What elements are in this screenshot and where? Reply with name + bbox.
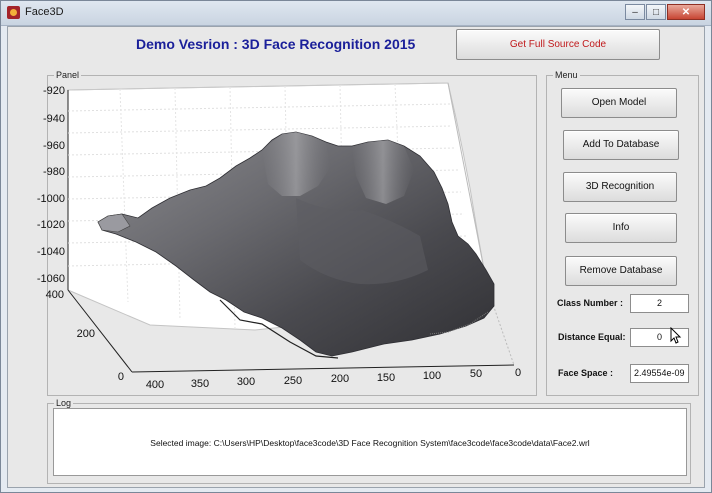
x-tick-label: 0 (515, 367, 521, 379)
distance-equal-label: Distance Equal: (558, 332, 626, 342)
face-space-field[interactable]: 2.49554e-09 (630, 364, 689, 383)
z-tick-label: -1040 (37, 246, 65, 258)
class-number-field[interactable]: 2 (630, 294, 689, 313)
x-tick-label: 50 (470, 368, 482, 380)
log-message: Selected image: C:\Users\HP\Desktop\face… (150, 438, 590, 448)
z-axis-ticks: -920 -940 -960 -980 -1000 -1020 -1040 -1… (37, 85, 65, 285)
z-tick-label: -1020 (37, 219, 65, 231)
info-button[interactable]: Info (565, 213, 677, 243)
y-tick-label: 0 (118, 371, 124, 383)
mouse-cursor-icon (670, 327, 682, 344)
remove-database-button[interactable]: Remove Database (565, 256, 677, 286)
z-tick-label: -940 (43, 113, 65, 125)
x-tick-label: 150 (377, 372, 395, 384)
x-tick-label: 250 (284, 375, 302, 387)
z-tick-label: -1000 (37, 193, 65, 205)
z-tick-label: -920 (43, 85, 65, 97)
menu-legend: Menu (555, 70, 578, 80)
x-tick-label: 400 (146, 379, 164, 391)
z-tick-label: -1060 (37, 273, 65, 285)
log-output[interactable]: Selected image: C:\Users\HP\Desktop\face… (53, 408, 687, 476)
face-space-label: Face Space : (558, 368, 614, 378)
x-tick-label: 100 (423, 370, 441, 382)
class-number-label: Class Number : (557, 298, 624, 308)
z-tick-label: -960 (43, 140, 65, 152)
x-tick-label: 350 (191, 378, 209, 390)
z-tick-label: -980 (43, 166, 65, 178)
add-to-database-button[interactable]: Add To Database (563, 130, 679, 160)
open-model-button[interactable]: Open Model (561, 88, 677, 118)
log-legend: Log (56, 398, 72, 408)
3d-recognition-button[interactable]: 3D Recognition (563, 172, 677, 202)
x-tick-label: 200 (331, 373, 349, 385)
x-tick-label: 300 (237, 376, 255, 388)
y-tick-label: 200 (77, 328, 95, 340)
y-tick-label: 400 (46, 289, 64, 301)
